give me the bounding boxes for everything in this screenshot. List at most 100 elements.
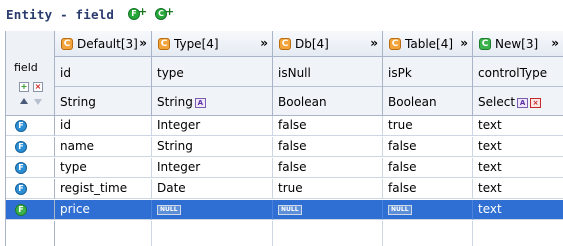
column-group-icon: C (279, 38, 291, 50)
plus-icon: + (165, 5, 175, 18)
add-column-button[interactable]: C + (155, 5, 175, 21)
edit-type-icon[interactable]: A (194, 98, 206, 108)
column-name: type (157, 66, 184, 80)
row-header[interactable]: F (6, 158, 55, 178)
table-row[interactable]: F type Integer false false text (6, 158, 563, 178)
cell-id[interactable]: type (55, 158, 152, 178)
cell-isnull[interactable]: true (273, 179, 383, 199)
chevron-right-icon[interactable]: » (139, 36, 147, 50)
column-group-icon: C (61, 38, 73, 50)
row-header[interactable]: F (6, 137, 55, 157)
cell-isnull[interactable]: NULL (273, 200, 383, 220)
cell-ispk[interactable]: false (383, 179, 473, 199)
chevron-right-icon[interactable]: » (551, 36, 559, 50)
cell-isnull[interactable]: false (273, 137, 383, 157)
cell-ispk[interactable]: true (383, 116, 473, 136)
field-icon: F (15, 204, 27, 216)
cell-isnull[interactable]: false (273, 158, 383, 178)
cell-controltype[interactable]: text (473, 116, 563, 136)
editor-title: Entity - field (6, 7, 115, 22)
move-up-icon[interactable] (20, 98, 28, 104)
cell-type[interactable]: Integer (152, 158, 273, 178)
column-header-controltype[interactable]: controlType Select A × (473, 57, 563, 116)
field-icon: F (15, 120, 27, 132)
cell-type[interactable]: Integer (152, 116, 273, 136)
cell-id[interactable]: regist_time (55, 179, 152, 199)
row-header[interactable]: F (6, 116, 55, 136)
cell-type[interactable]: Date (152, 179, 273, 199)
chevron-right-icon[interactable]: » (370, 36, 378, 50)
column-type-wrapper: Select A × (478, 95, 542, 109)
cell-type[interactable]: String (152, 137, 273, 157)
cell-ispk[interactable]: false (383, 137, 473, 157)
add-row-icon[interactable]: + (19, 82, 29, 92)
cell-id[interactable]: name (55, 137, 152, 157)
cell-controltype[interactable]: text (473, 137, 563, 157)
delete-row-icon[interactable]: × (33, 82, 43, 92)
column-group-label: Default[3] (77, 37, 138, 51)
row-header[interactable]: F (6, 179, 55, 199)
header-divider (152, 86, 272, 87)
empty-cell (383, 221, 473, 246)
column-header-isnull[interactable]: isNull Boolean (273, 57, 383, 116)
column-group-icon: C (389, 38, 401, 50)
field-icon: F (15, 183, 27, 195)
table-row[interactable]: F name String false false text (6, 137, 563, 157)
column-name: id (60, 66, 71, 80)
cell-type[interactable]: NULL (152, 200, 273, 220)
column-name: controlType (478, 66, 548, 80)
cell-controltype[interactable]: text (473, 158, 563, 178)
cell-controltype[interactable]: text (473, 200, 563, 220)
cell-id[interactable]: price (55, 200, 152, 220)
cell-isnull[interactable]: false (273, 116, 383, 136)
null-badge: NULL (157, 205, 181, 215)
cell-controltype[interactable]: text (473, 179, 563, 199)
table-row[interactable]: F regist_time Date true false text (6, 179, 563, 199)
column-group-label: Type[4] (174, 37, 219, 51)
cell-ispk[interactable]: false (383, 158, 473, 178)
field-grid: field + × C Default[3] » C Type[4] » C D… (5, 31, 563, 246)
null-badge: NULL (388, 205, 412, 215)
column-type: Select (478, 95, 516, 109)
column-name: isPk (388, 66, 412, 80)
column-group-type[interactable]: C Type[4] » (152, 31, 273, 57)
column-group-default[interactable]: C Default[3] » (55, 31, 152, 57)
column-group-label: Table[4] (405, 37, 454, 51)
remove-column-icon[interactable]: × (530, 98, 542, 108)
column-name: isNull (278, 66, 311, 80)
editor-title-bar: Entity - field F + C + (0, 0, 563, 28)
cell-id[interactable]: id (55, 116, 152, 136)
move-down-icon[interactable] (34, 99, 42, 105)
row-header-label: field (14, 61, 38, 74)
table-row-selected[interactable]: F price NULL NULL NULL text (6, 200, 563, 220)
null-badge: NULL (278, 205, 302, 215)
chevron-right-icon[interactable]: » (260, 36, 268, 50)
cell-ispk[interactable]: NULL (383, 200, 473, 220)
header-divider (273, 86, 382, 87)
column-type: Boolean (388, 95, 437, 109)
column-type: String (60, 95, 96, 109)
column-group-new[interactable]: C New[3] » (473, 31, 563, 57)
column-group-label: New[3] (495, 37, 539, 51)
column-group-db[interactable]: C Db[4] » (273, 31, 383, 57)
add-field-button[interactable]: F + (128, 6, 147, 21)
header-divider (473, 86, 563, 87)
empty-cell (152, 221, 273, 246)
edit-type-icon[interactable]: A (517, 98, 529, 108)
row-header[interactable]: F (6, 200, 55, 220)
column-group-table[interactable]: C Table[4] » (383, 31, 473, 57)
column-header-ispk[interactable]: isPk Boolean (383, 57, 473, 116)
column-header-type[interactable]: type String A (152, 57, 273, 116)
column-header-id[interactable]: id String (55, 57, 152, 116)
column-type-wrapper: String A (157, 95, 206, 109)
header-divider (55, 86, 151, 87)
table-row[interactable]: F id Integer false true text (6, 116, 563, 136)
column-group-icon: C (479, 38, 491, 50)
row-header-corner: field + × (6, 31, 55, 116)
empty-cell (55, 221, 152, 246)
header-divider (383, 86, 472, 87)
empty-cell (473, 221, 563, 246)
field-icon: F (15, 162, 27, 174)
empty-row-header (6, 221, 55, 246)
chevron-right-icon[interactable]: » (460, 36, 468, 50)
